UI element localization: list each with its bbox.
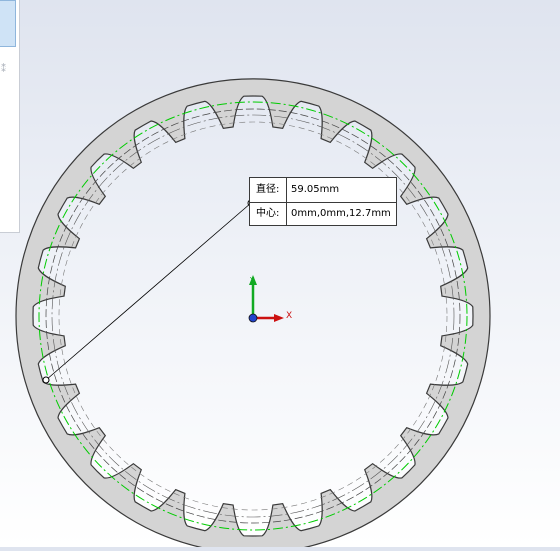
sort-icon[interactable]: ⁑ bbox=[1, 64, 6, 75]
diameter-value: 59.05mm bbox=[291, 184, 340, 195]
diameter-callout[interactable]: 直径: 59.05mm 中心: 0mm,0mm,12.7mm bbox=[249, 177, 397, 226]
callout-divider bbox=[286, 202, 287, 226]
x-axis-label: X bbox=[286, 311, 292, 321]
callout-divider bbox=[286, 178, 287, 202]
graphics-viewport[interactable]: Y X bbox=[0, 0, 560, 551]
leader-start-point[interactable] bbox=[42, 376, 50, 384]
diameter-leader-line bbox=[45, 202, 252, 381]
callout-row-center: 中心: 0mm,0mm,12.7mm bbox=[250, 202, 396, 226]
feature-manager-panel[interactable]: ⁑ bbox=[0, 0, 20, 233]
callout-row-diameter: 直径: 59.05mm bbox=[250, 178, 396, 203]
center-value: 0mm,0mm,12.7mm bbox=[291, 208, 391, 219]
axis-triad: Y X bbox=[248, 275, 292, 323]
panel-tab[interactable] bbox=[0, 0, 16, 47]
y-axis-label: Y bbox=[249, 276, 255, 284]
center-label: 中心: bbox=[256, 208, 280, 219]
diameter-label: 直径: bbox=[256, 184, 280, 195]
